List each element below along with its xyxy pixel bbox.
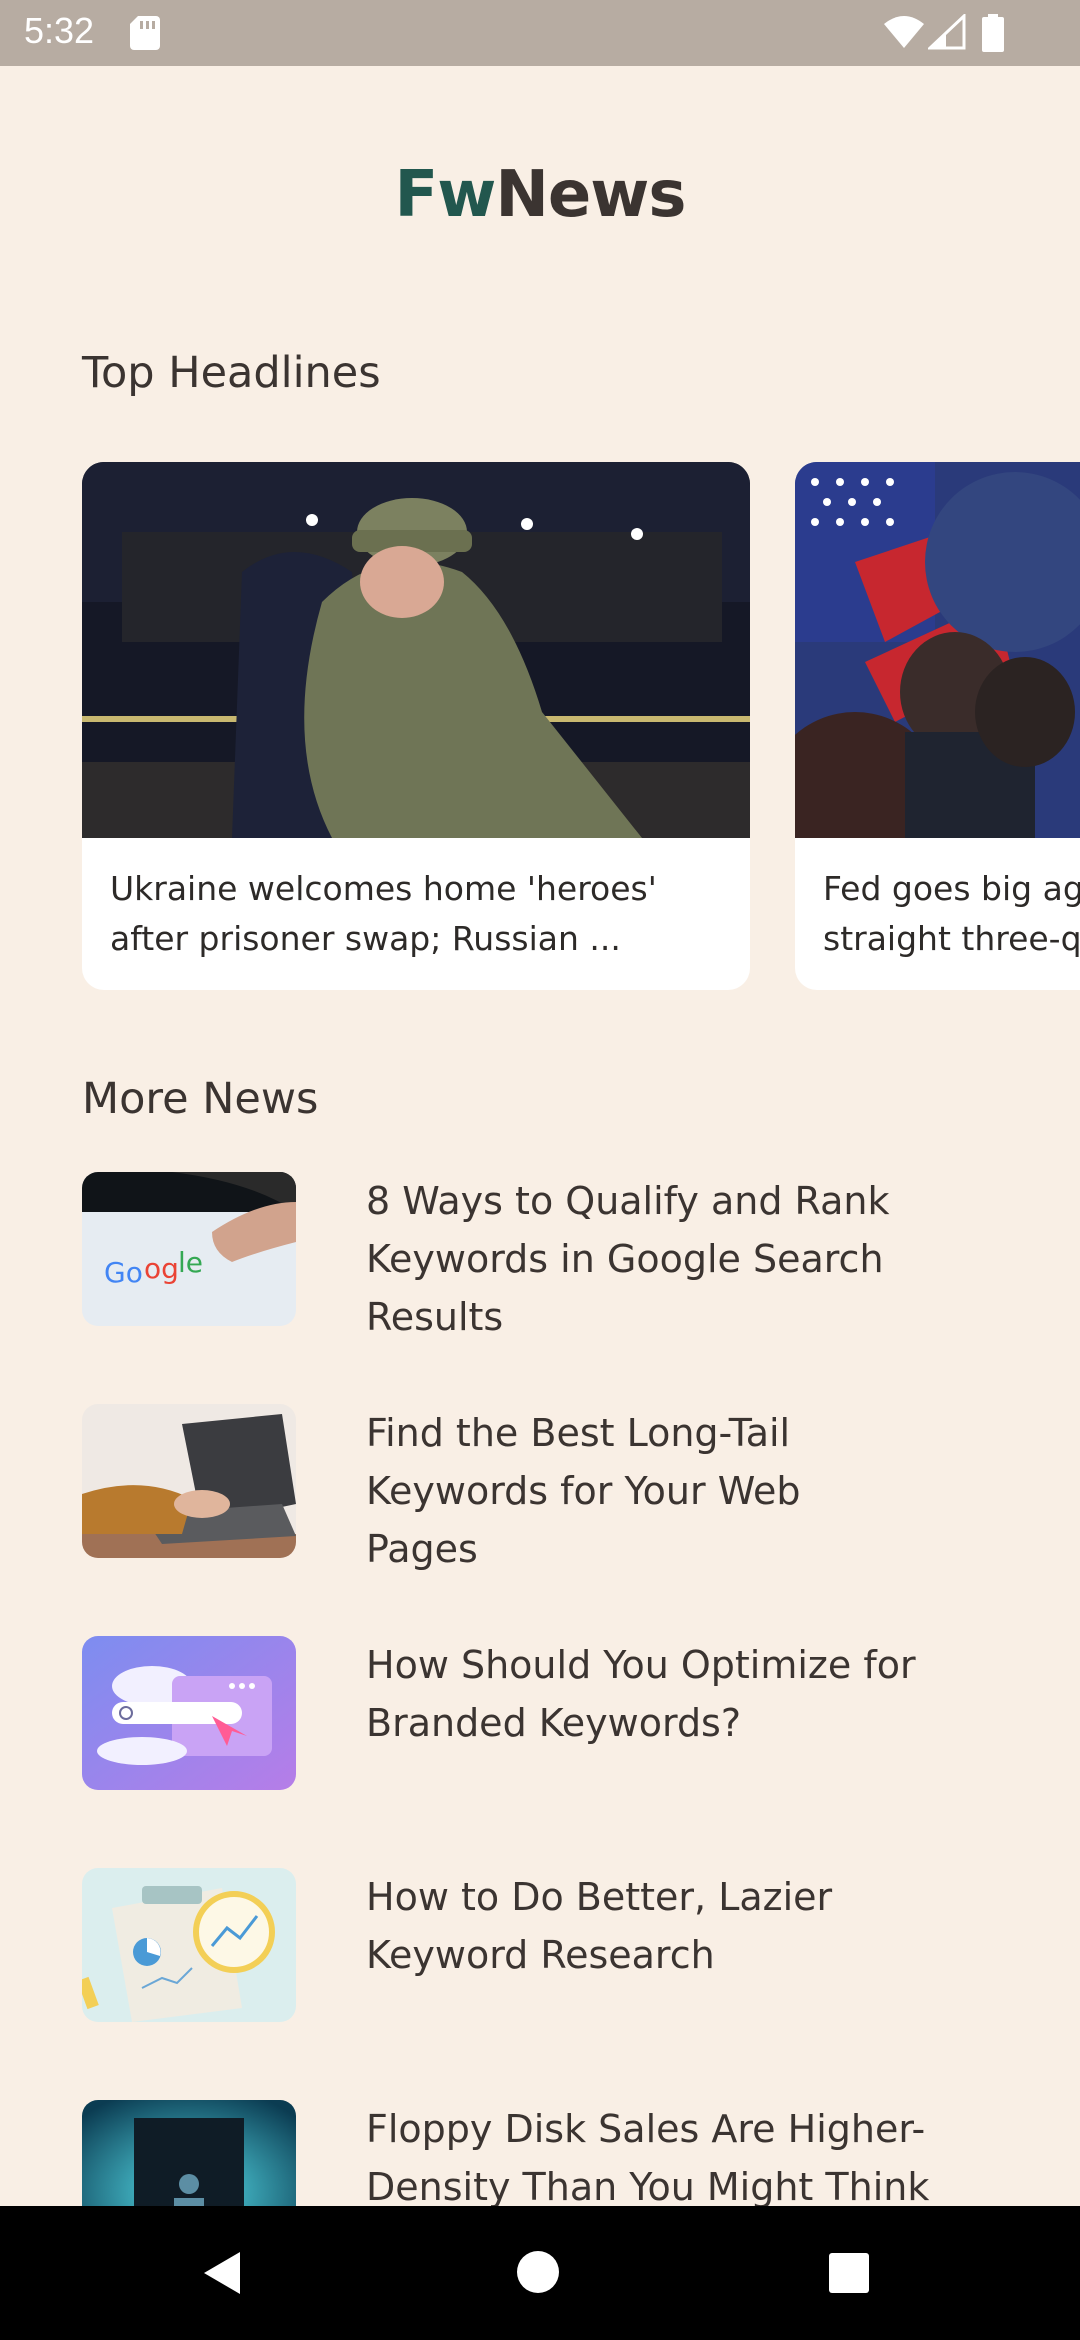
app-title-fw: Fw [394,158,496,232]
search-illustration-thumbnail [82,1636,296,1790]
google-search-thumbnail: Go og le [82,1172,296,1326]
svg-text:og: og [144,1252,179,1285]
news-title: How to Do Better, Lazier Keyword Researc… [366,1875,833,1977]
app-title-news: News [495,158,686,232]
app-title: FwNews [0,158,1080,232]
news-title: How Should You Optimize for Branded Keyw… [366,1643,916,1745]
laptop-typing-thumbnail [82,1404,296,1558]
svg-text:Go: Go [104,1256,143,1289]
top-headlines-heading: Top Headlines [82,348,381,398]
news-list-item[interactable]: How to Do Better, Lazier Keyword Researc… [82,1868,1042,2024]
sd-card-icon [130,16,160,50]
analytics-illustration-thumbnail [82,1868,296,2022]
headline-card[interactable]: Ukraine welcomes home 'heroes' after pri… [82,462,750,990]
headline-image [82,462,750,838]
news-list-item[interactable]: Go og le 8 Ways to Qualify and Rank Keyw… [82,1172,1042,1339]
news-list-item[interactable]: Find the Best Long-Tail Keywords for You… [82,1404,1042,1571]
status-bar: 5:32 [0,0,1080,66]
back-icon[interactable] [200,2250,244,2296]
headlines-carousel[interactable]: Ukraine welcomes home 'heroes' after pri… [82,462,1080,990]
more-news-heading: More News [82,1074,319,1124]
headline-image [795,462,1080,838]
news-list-item[interactable]: How Should You Optimize for Branded Keyw… [82,1636,1042,1792]
recents-icon[interactable] [828,2252,870,2294]
svg-text:le: le [178,1246,203,1279]
headline-text: Fed goes big ag straight three-q [823,869,1080,958]
headline-card[interactable]: Fed goes big ag straight three-q [795,462,1080,990]
signal-icon [928,14,966,50]
home-icon[interactable] [516,2250,560,2294]
news-title: Find the Best Long-Tail Keywords for You… [366,1411,801,1571]
navigation-bar [0,2206,1080,2340]
headline-text: Ukraine welcomes home 'heroes' after pri… [110,869,657,958]
news-title: Floppy Disk Sales Are Higher- Density Th… [366,2107,930,2209]
battery-icon [982,14,1004,52]
wifi-icon [884,16,924,48]
status-time: 5:32 [24,10,95,51]
news-title: 8 Ways to Qualify and Rank Keywords in G… [366,1179,890,1339]
